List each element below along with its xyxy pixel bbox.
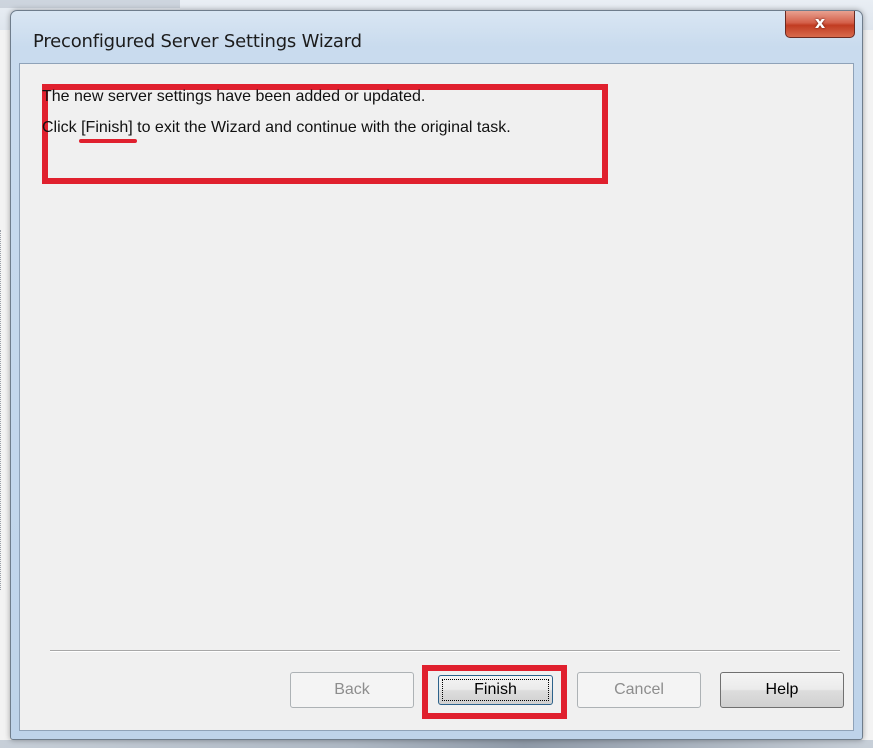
finish-underline-marker bbox=[79, 139, 137, 143]
close-icon: x bbox=[814, 13, 826, 32]
message-line-updated: The new server settings have been added … bbox=[42, 88, 426, 105]
dialog-title: Preconfigured Server Settings Wizard bbox=[33, 31, 362, 52]
help-button[interactable]: Help bbox=[720, 672, 844, 708]
background-taskbar-strip bbox=[0, 740, 873, 748]
dialog-titlebar[interactable]: Preconfigured Server Settings Wizard x bbox=[11, 11, 862, 63]
background-title-fragment bbox=[0, 0, 180, 8]
message-click-text: Click bbox=[42, 119, 82, 136]
cancel-button[interactable]: Cancel bbox=[577, 672, 701, 708]
button-separator bbox=[50, 650, 840, 652]
message-line-instructions: Click [Finish] to exit the Wizard and co… bbox=[42, 119, 511, 143]
close-button[interactable]: x bbox=[785, 11, 855, 38]
wizard-content-panel: The new server settings have been added … bbox=[19, 63, 854, 731]
focus-rectangle bbox=[442, 679, 549, 701]
finish-reference: [Finish] bbox=[79, 119, 137, 143]
finish-button[interactable]: Finish bbox=[438, 675, 553, 705]
background-window-edge bbox=[0, 230, 4, 590]
finish-reference-text: [Finish] bbox=[81, 119, 133, 136]
wizard-dialog: Preconfigured Server Settings Wizard x T… bbox=[10, 10, 863, 740]
back-button[interactable]: Back bbox=[290, 672, 414, 708]
message-exit-text: to exit the Wizard and continue with the… bbox=[132, 119, 511, 136]
